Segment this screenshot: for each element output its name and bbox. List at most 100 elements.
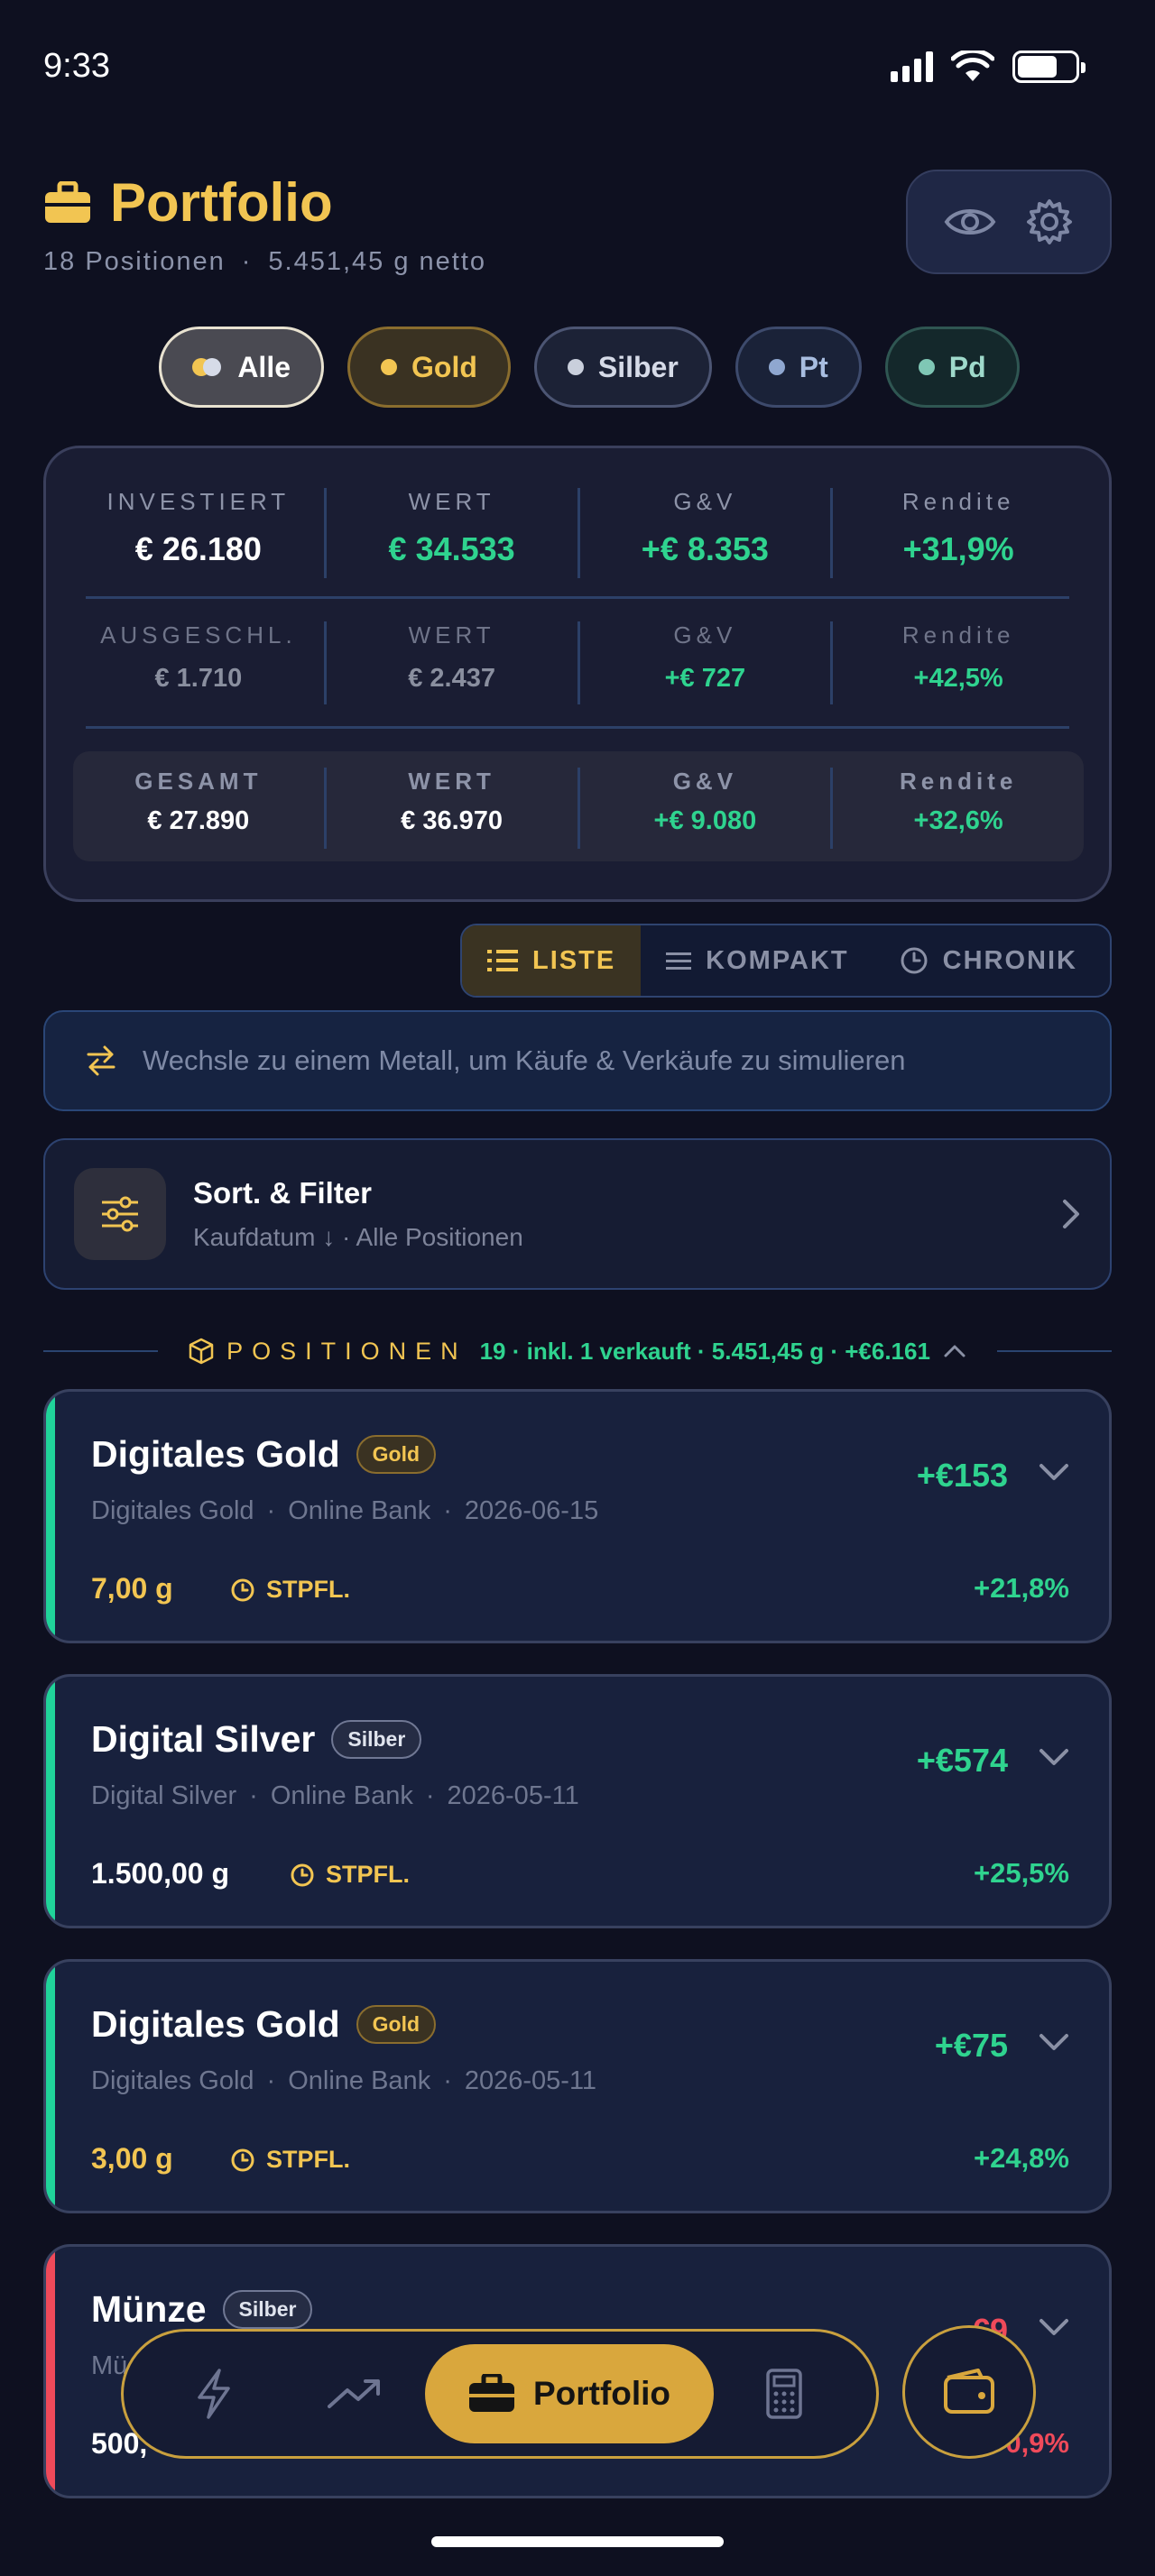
position-dealer: Online Bank xyxy=(270,1781,413,1810)
summary-row-total: GESAMT € 27.890 WERT € 36.970 G&V +€ 9.080 … xyxy=(73,751,1084,861)
summary-label: G&V xyxy=(672,768,738,795)
position-name: Münze xyxy=(91,2288,207,2330)
summary-label: Rendite xyxy=(901,488,1015,515)
summary-label: INVESTIERT xyxy=(106,488,291,515)
nav-item-market[interactable] xyxy=(284,2378,425,2410)
page-title: Portfolio xyxy=(110,172,333,233)
position-quantity: 7,00 g xyxy=(91,1572,173,1605)
compact-list-icon xyxy=(666,952,692,970)
sort-filter-button[interactable]: Sort. & Filter Kaufdatum ↓ · Alle Positi… xyxy=(43,1138,1112,1290)
summary-value: € 26.180 xyxy=(134,530,262,567)
nav-item-calculator[interactable] xyxy=(714,2369,855,2419)
summary-value: € 27.890 xyxy=(147,806,250,835)
position-gain: +€153 xyxy=(916,1457,1008,1494)
position-card[interactable]: Digital Silver Silber Digital Silver · Onl… xyxy=(43,1674,1112,1928)
gear-icon[interactable] xyxy=(1025,198,1074,246)
metal-badge: Silber xyxy=(331,1720,422,1759)
gain-accent-bar xyxy=(46,1392,55,1641)
positions-section-header[interactable]: POSITIONEN 19 · inkl. 1 verkauft · 5.451… xyxy=(43,1333,1112,1369)
summary-value: € 1.710 xyxy=(154,664,243,693)
calculator-icon xyxy=(766,2369,802,2419)
filter-chip-label: Pt xyxy=(799,350,828,383)
summary-row-excluded: AUSGESCHL. € 1.710 WERT € 2.437 G&V +€ 727 … xyxy=(73,621,1084,704)
filter-chip-platinum[interactable]: Pt xyxy=(735,327,862,408)
divider xyxy=(996,1350,1112,1352)
gold-dot-icon xyxy=(381,359,397,375)
summary-label: GESAMT xyxy=(134,768,263,795)
chevron-down-icon[interactable] xyxy=(1039,1462,1069,1482)
position-dealer: Online Bank xyxy=(288,1496,431,1525)
position-return: +25,5% xyxy=(973,1857,1069,1889)
summary-label: G&V xyxy=(673,621,737,649)
position-date: 2026-05-11 xyxy=(464,2066,597,2095)
clock-icon xyxy=(231,1578,254,1601)
filter-chip-silver[interactable]: Silber xyxy=(533,327,712,408)
position-details: Digital Silver · Online Bank · 2026-05-11 xyxy=(91,1781,579,1810)
chevron-down-icon[interactable] xyxy=(1039,1747,1069,1767)
bottom-navigation: Portfolio xyxy=(121,2329,879,2459)
position-details: Digitales Gold · Online Bank · 2026-05-11 xyxy=(91,2066,597,2095)
chevron-down-icon[interactable] xyxy=(1039,2032,1069,2052)
positions-meta: 19 · inkl. 1 verkauft · 5.451,45 g · +€6… xyxy=(479,1337,930,1365)
position-quantity: 3,00 g xyxy=(91,2142,173,2175)
clock-icon xyxy=(291,1863,314,1886)
position-card[interactable]: Digitales Gold Gold Digitales Gold · Onlin… xyxy=(43,1959,1112,2213)
divider xyxy=(43,1350,159,1352)
tab-chronik[interactable]: CHRONIK xyxy=(874,925,1103,996)
filter-chip-palladium[interactable]: Pd xyxy=(884,327,1020,408)
tab-liste[interactable]: LISTE xyxy=(462,925,642,996)
summary-value: € 2.437 xyxy=(408,664,495,693)
platinum-dot-icon xyxy=(768,359,785,375)
position-name: Digitales Gold xyxy=(91,1433,340,1475)
eye-icon[interactable] xyxy=(944,204,996,240)
position-date: 2026-05-11 xyxy=(447,1781,579,1810)
tax-status: STPFL. xyxy=(230,2146,350,2174)
signal-icon xyxy=(891,51,933,82)
position-card[interactable]: Digitales Gold Gold Digitales Gold · Onlin… xyxy=(43,1389,1112,1643)
gain-accent-bar xyxy=(46,1677,55,1926)
summary-row-invested: INVESTIERT € 26.180 WERT € 34.533 G&V +€ 8.… xyxy=(73,488,1084,578)
clock-icon xyxy=(231,2148,254,2171)
wifi-icon xyxy=(951,51,994,81)
summary-label: WERT xyxy=(408,488,495,515)
status-icons xyxy=(891,51,1086,83)
position-quantity: 1.500,00 g xyxy=(91,1857,229,1890)
summary-value: +32,6% xyxy=(913,806,1003,835)
nav-active-label: Portfolio xyxy=(532,2375,671,2412)
summary-label: WERT xyxy=(408,621,495,649)
header-actions xyxy=(906,170,1112,274)
nav-item-signals[interactable] xyxy=(143,2369,284,2419)
tab-kompakt[interactable]: KOMPAKT xyxy=(641,925,873,996)
filter-chip-gold[interactable]: Gold xyxy=(347,327,511,408)
page-subtitle: 18 Positionen · 5.451,45 g netto xyxy=(43,247,487,276)
banner-text: Wechsle zu einem Metall, um Käufe & Verk… xyxy=(143,1044,906,1076)
summary-value: +€ 9.080 xyxy=(653,806,757,835)
summary-label: Rendite xyxy=(901,621,1015,649)
position-dealer: Online Bank xyxy=(288,2066,431,2095)
chevron-right-icon xyxy=(1063,1200,1079,1228)
clock-icon xyxy=(901,947,928,974)
home-indicator[interactable] xyxy=(431,2536,724,2547)
nav-item-portfolio[interactable]: Portfolio xyxy=(425,2344,714,2443)
briefcase-icon xyxy=(468,2374,514,2412)
view-mode-tabs: LISTE KOMPAKT CHRONIK xyxy=(460,924,1112,998)
divider xyxy=(86,726,1069,729)
tab-label: KOMPAKT xyxy=(706,945,849,975)
tax-status: STPFL. xyxy=(290,1861,410,1889)
metal-badge: Silber xyxy=(222,2290,313,2329)
sort-filter-subtitle: Kaufdatum ↓ · Alle Positionen xyxy=(193,1223,523,1251)
swap-arrows-icon xyxy=(87,1045,116,1076)
metal-filter-chips: Alle Gold Silber Pt Pd xyxy=(0,327,1155,408)
page-header: Portfolio xyxy=(43,171,333,234)
chevron-down-icon[interactable] xyxy=(1039,2317,1069,2337)
position-product: Digitales Gold xyxy=(91,2066,254,2095)
wallet-icon xyxy=(944,2369,994,2414)
summary-value: +€ 727 xyxy=(664,664,746,693)
sliders-icon xyxy=(74,1168,166,1260)
simulation-hint-banner[interactable]: Wechsle zu einem Metall, um Käufe & Verk… xyxy=(43,1010,1112,1111)
wallet-button[interactable] xyxy=(902,2325,1036,2459)
tax-status: STPFL. xyxy=(230,1576,350,1604)
filter-chip-all[interactable]: Alle xyxy=(159,327,324,408)
filter-chip-label: Silber xyxy=(597,350,679,383)
filter-chip-label: Alle xyxy=(237,350,291,383)
